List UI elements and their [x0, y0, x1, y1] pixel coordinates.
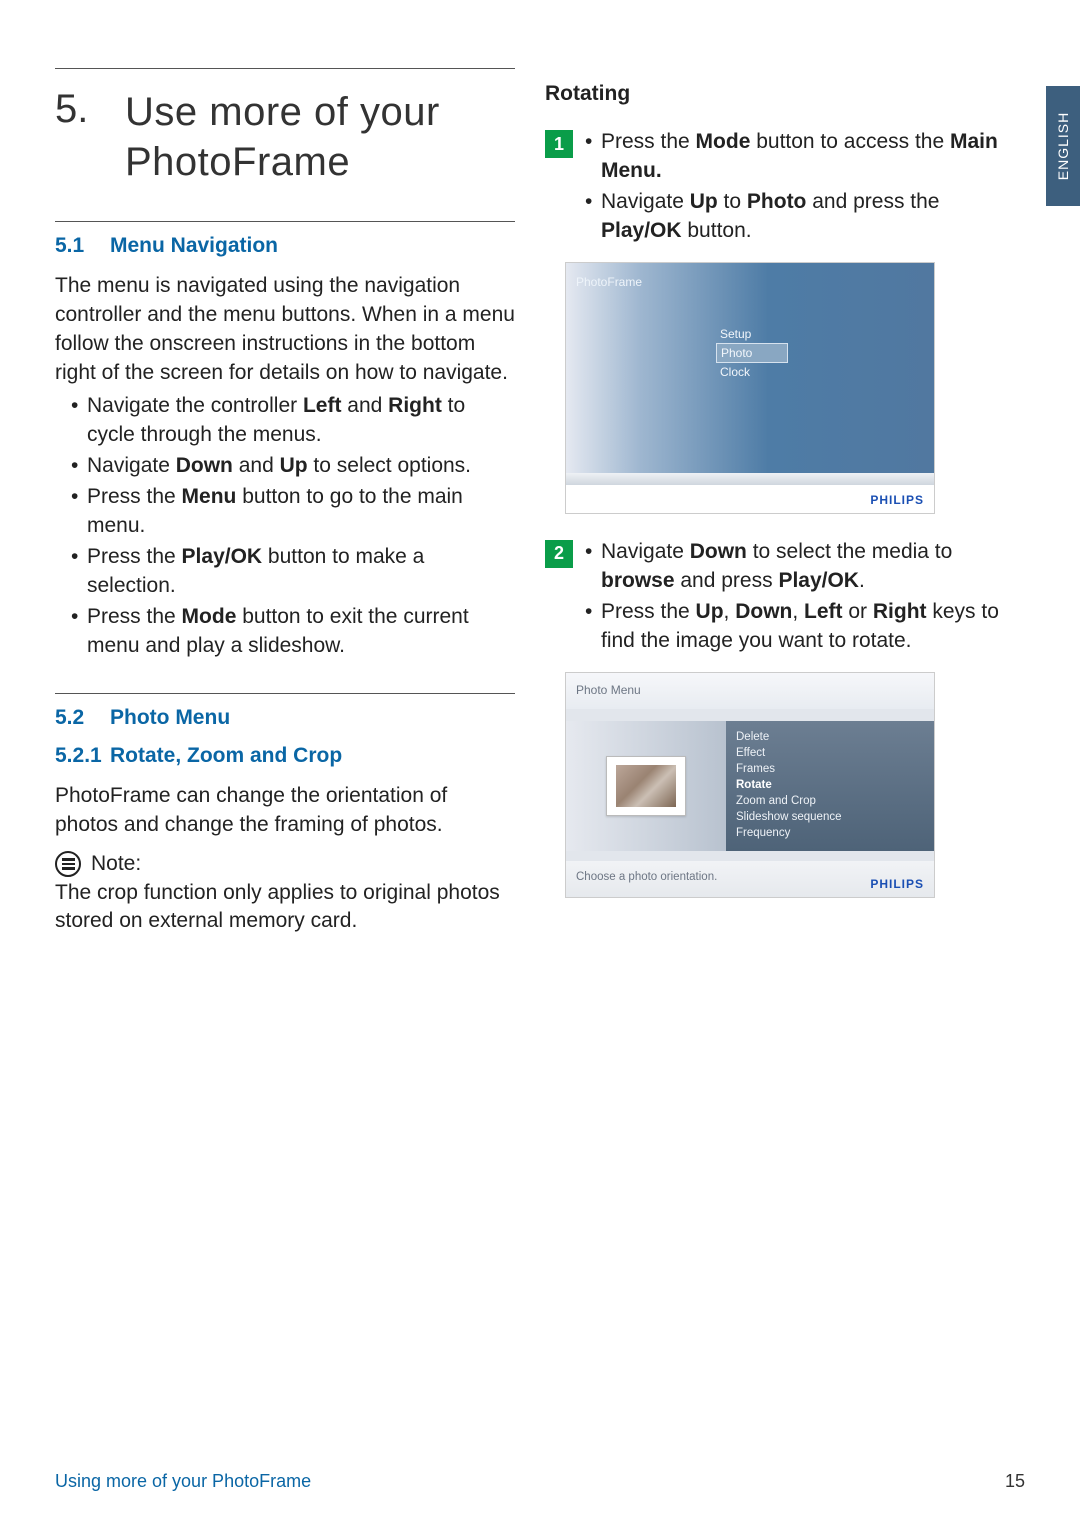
menu-item-clock: Clock	[716, 363, 788, 381]
language-tab-label: ENGLISH	[1055, 112, 1071, 180]
right-column: Rotating 1 Press the Mode button to acce…	[545, 60, 1005, 940]
rule	[55, 693, 515, 694]
page-body: 5. Use more of your PhotoFrame 5.1 Menu …	[0, 0, 1080, 940]
step-content: Navigate Down to select the media to bro…	[587, 538, 1005, 658]
screenshot-title: Photo Menu	[566, 673, 934, 709]
step-2: 2 Navigate Down to select the media to b…	[545, 538, 1005, 658]
section-number: 5.2	[55, 706, 110, 730]
menu-item-setup: Setup	[716, 325, 788, 343]
chapter-number: 5.	[55, 87, 125, 187]
bullet-item: Press the Up, Down, Left or Right keys t…	[587, 598, 1005, 656]
philips-logo: PHILIPS	[870, 493, 924, 507]
page-footer: Using more of your PhotoFrame 15	[55, 1471, 1025, 1492]
menu-item-effect: Effect	[736, 745, 924, 761]
screenshot-title: PhotoFrame	[576, 275, 642, 289]
note-icon	[55, 851, 81, 877]
section-5-1-paragraph: The menu is navigated using the navigati…	[55, 272, 515, 388]
screenshot-caption: Choose a photo orientation.	[576, 871, 717, 883]
step-number-badge: 1	[545, 130, 573, 158]
rule	[55, 221, 515, 222]
bullet-item: Navigate the controller Left and Right t…	[73, 392, 515, 450]
note-heading: Note:	[55, 850, 515, 879]
screenshot-menu-list: Delete Effect Frames Rotate Zoom and Cro…	[726, 721, 934, 851]
screenshot-thumbnail-area	[566, 721, 726, 851]
step-1: 1 Press the Mode button to access the Ma…	[545, 128, 1005, 248]
note-text: The crop function only applies to origin…	[55, 879, 515, 937]
footer-title: Using more of your PhotoFrame	[55, 1471, 311, 1492]
page-number: 15	[1005, 1471, 1025, 1492]
section-5-2-1-heading: 5.2.1 Rotate, Zoom and Crop	[55, 744, 515, 768]
menu-item-photo: Photo	[716, 343, 788, 363]
note-label: Note:	[91, 850, 141, 879]
left-column: 5. Use more of your PhotoFrame 5.1 Menu …	[55, 60, 515, 940]
chapter-title-line2: PhotoFrame	[125, 140, 350, 184]
menu-item-zoom-crop: Zoom and Crop	[736, 793, 924, 809]
bullet-item: Press the Menu button to go to the main …	[73, 483, 515, 541]
section-5-2-1-paragraph: PhotoFrame can change the orientation of…	[55, 782, 515, 840]
philips-logo: PHILIPS	[870, 877, 924, 891]
bullet-item: Press the Play/OK button to make a selec…	[73, 543, 515, 601]
step-number-badge: 2	[545, 540, 573, 568]
section-title: Photo Menu	[110, 706, 230, 730]
chapter-title: Use more of your PhotoFrame	[125, 87, 440, 187]
menu-item-frames: Frames	[736, 761, 924, 777]
language-tab: ENGLISH	[1046, 86, 1080, 206]
section-5-1-bullets: Navigate the controller Left and Right t…	[55, 392, 515, 661]
section-number: 5.2.1	[55, 744, 110, 768]
screenshot-main-menu: PhotoFrame Setup Photo Clock PHILIPS	[565, 262, 935, 514]
menu-item-slideshow-sequence: Slideshow sequence	[736, 809, 924, 825]
menu-item-frequency: Frequency	[736, 825, 924, 841]
menu-item-delete: Delete	[736, 729, 924, 745]
bullet-item: Press the Mode button to access the Main…	[587, 128, 1005, 186]
rotating-heading: Rotating	[545, 82, 1005, 106]
step-content: Press the Mode button to access the Main…	[587, 128, 1005, 248]
section-number: 5.1	[55, 234, 110, 258]
section-5-1-heading: 5.1 Menu Navigation	[55, 234, 515, 258]
bullet-item: Press the Mode button to exit the curren…	[73, 603, 515, 661]
screenshot-photo-menu: Photo Menu Delete Effect Frames Rotate Z…	[565, 672, 935, 898]
section-5-2-heading: 5.2 Photo Menu	[55, 706, 515, 730]
bullet-item: Navigate Down and Up to select options.	[73, 452, 515, 481]
section-title: Menu Navigation	[110, 234, 278, 258]
bullet-item: Navigate Down to select the media to bro…	[587, 538, 1005, 596]
bullet-item: Navigate Up to Photo and press the Play/…	[587, 188, 1005, 246]
chapter-title-line1: Use more of your	[125, 90, 440, 134]
menu-item-rotate: Rotate	[736, 777, 924, 793]
chapter-heading: 5. Use more of your PhotoFrame	[55, 87, 515, 187]
rule	[55, 68, 515, 69]
photo-thumbnail	[606, 756, 686, 816]
section-title: Rotate, Zoom and Crop	[110, 744, 342, 768]
